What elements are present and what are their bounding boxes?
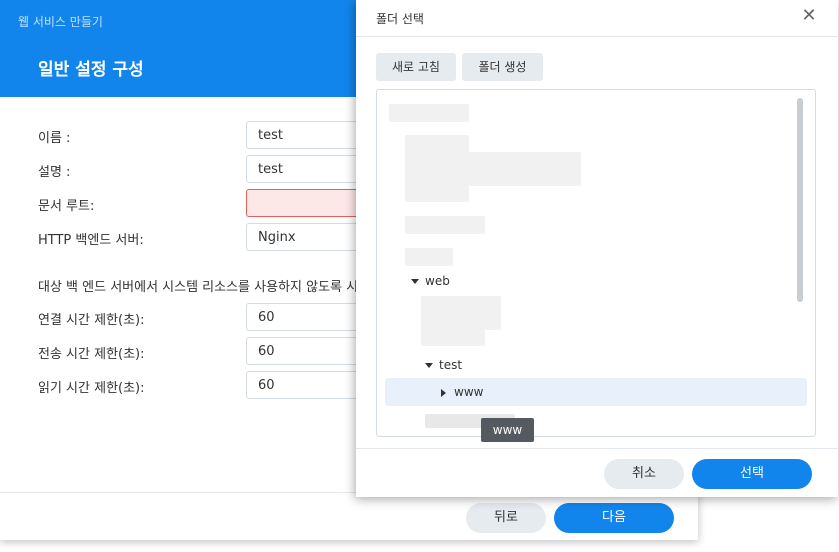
refresh-button[interactable]: 새로 고침	[376, 53, 456, 81]
caret-down-icon[interactable]	[425, 363, 433, 368]
timeout-description: 대상 백 엔드 서버에서 시스템 리소스를 사용하지 않도록 시	[38, 280, 358, 295]
caret-down-icon[interactable]	[411, 279, 419, 284]
tree-node-www[interactable]: www	[441, 382, 483, 402]
folder-tree: web test www	[376, 89, 816, 437]
folder-select-dialog: 폴더 선택 ✕ 새로 고침 폴더 생성 web test www 취소 선택	[356, 0, 838, 497]
back-button[interactable]: 뒤로	[466, 503, 546, 533]
http-backend-label: HTTP 백엔드 서버:	[38, 233, 144, 248]
wizard-step-title: 일반 설정 구성	[38, 60, 144, 80]
select-button[interactable]: 선택	[692, 459, 812, 489]
cancel-button[interactable]: 취소	[604, 459, 684, 489]
wizard-app-title: 웹 서비스 만들기	[18, 15, 103, 29]
tooltip: www	[481, 418, 534, 442]
name-label: 이름 :	[38, 131, 71, 146]
read-timeout-label: 읽기 시간 제한(초):	[38, 381, 145, 396]
next-button[interactable]: 다음	[554, 503, 674, 533]
blurred-tree-item	[405, 135, 469, 153]
tree-scrollbar[interactable]	[797, 98, 803, 302]
blurred-tree-item	[405, 216, 485, 234]
dialog-footer-divider	[356, 448, 838, 449]
blurred-tree-item	[405, 184, 469, 202]
tree-node-test[interactable]: test	[425, 355, 462, 375]
description-label: 설명 :	[38, 165, 71, 180]
dialog-title: 폴더 선택	[376, 12, 424, 26]
dialog-header-divider	[356, 36, 838, 37]
tree-node-label: www	[454, 385, 484, 399]
blurred-tree-item	[389, 104, 469, 122]
close-icon[interactable]: ✕	[800, 6, 818, 26]
document-root-label: 문서 루트:	[38, 199, 95, 214]
tree-node-label: web	[425, 274, 450, 288]
blurred-tree-item	[405, 248, 453, 266]
tree-node-label: test	[439, 358, 463, 372]
caret-right-icon[interactable]	[441, 388, 446, 397]
create-folder-button[interactable]: 폴더 생성	[462, 53, 543, 81]
send-timeout-label: 전송 시간 제한(초):	[38, 347, 145, 362]
tree-node-web[interactable]: web	[411, 271, 450, 291]
connect-timeout-label: 연결 시간 제한(초):	[38, 313, 145, 328]
blurred-tree-item	[421, 328, 485, 346]
